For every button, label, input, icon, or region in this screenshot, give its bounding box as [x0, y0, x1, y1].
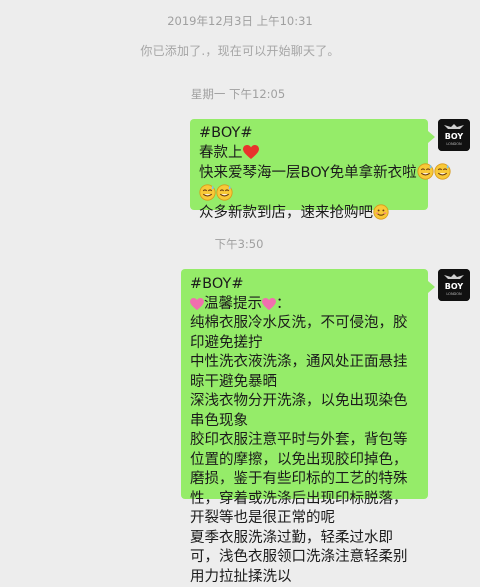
sweat-smile-emoji-icon — [216, 184, 233, 201]
avatar-brand-text: BOY — [445, 282, 464, 291]
afternoon-timestamp: 下午3:50 — [0, 237, 479, 251]
message-1-line-3: 快来爱琴海一层BOY免单拿新衣啦 — [199, 163, 419, 184]
message-2-line-4: 中性洗衣液洗涤，通风处正面悬挂晾干避免暴晒 — [190, 353, 419, 392]
message-1-text-spring: 春款上 — [199, 145, 243, 161]
message-1-text-new: 众多新款到店，速来抢购吧 — [199, 205, 373, 221]
message-1-text-promo: 快来爱琴海一层BOY免单拿新衣啦 — [199, 165, 417, 181]
message-bubble-1[interactable]: #BOY# 春款上 快来爱琴海一层BOY免单拿新衣啦 众多新款到店，速来抢购吧 — [190, 119, 428, 210]
avatar-sub-text: LONDON — [446, 142, 462, 146]
smile-emoji-icon — [373, 204, 389, 220]
message-bubble-2[interactable]: #BOY# 温馨提示： 纯棉衣服冷水反洗，不可侵泡，胶印避免搓拧 中性洗衣液洗涤… — [181, 269, 428, 499]
eagle-logo-icon: BOY LONDON — [438, 119, 470, 151]
eagle-logo-icon: BOY LONDON — [438, 269, 470, 301]
sender-avatar[interactable]: BOY LONDON — [438, 269, 470, 301]
sweat-smile-emoji-icon — [434, 163, 451, 180]
pink-heart-emoji-icon — [190, 298, 204, 311]
monday-timestamp: 星期一 下午12:05 — [0, 87, 478, 101]
sweat-smile-emoji-icon — [417, 163, 434, 180]
avatar-sub-text: LONDON — [446, 292, 462, 296]
heart-emoji-icon — [243, 145, 259, 160]
message-1-line-2: 春款上 — [199, 144, 419, 164]
sender-avatar[interactable]: BOY LONDON — [438, 119, 470, 151]
pink-heart-emoji-icon — [262, 298, 276, 311]
message-2-line-5: 深浅衣物分开洗涤，以免出现染色串色现象 — [190, 392, 419, 431]
message-1-line-4 — [199, 184, 419, 205]
message-1-line-1: #BOY# — [199, 124, 419, 144]
date-header-timestamp: 2019年12月3日 上午10:31 — [0, 14, 480, 28]
system-message: 你已添加了.，现在可以开始聊天了。 — [0, 43, 480, 59]
message-2-line-7: 夏季衣服洗涤过勤，轻柔过水即可，浅色衣服领口洗涤注意轻柔别用力拉扯揉洗以 — [190, 529, 419, 587]
message-2-line-2: 温馨提示： — [190, 295, 419, 315]
sweat-smile-emoji-icon — [199, 184, 216, 201]
message-2-line-1: #BOY# — [190, 275, 419, 295]
avatar-brand-text: BOY — [445, 132, 464, 141]
message-2-line-3: 纯棉衣服冷水反洗，不可侵泡，胶印避免搓拧 — [190, 314, 419, 353]
message-1-line-5: 众多新款到店，速来抢购吧 — [199, 204, 419, 224]
message-2-text-tip: 温馨提示 — [204, 296, 262, 312]
